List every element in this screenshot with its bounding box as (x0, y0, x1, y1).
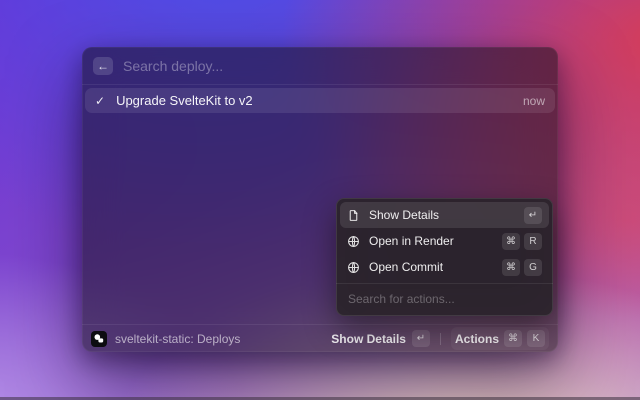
return-key-badge: ↵ (411, 330, 430, 347)
globe-icon (347, 235, 360, 248)
menu-item-open-commit[interactable]: Open Commit ⌘ G (340, 254, 549, 280)
footer-actions: Show Details ↵ Actions ⌘ K (331, 327, 549, 350)
globe-icon (347, 261, 360, 274)
list-item-label: Upgrade SvelteKit to v2 (116, 93, 253, 108)
command-key-badge: ⌘ (502, 232, 520, 250)
primary-action-button[interactable]: Show Details (331, 332, 406, 346)
checkmark-icon: ✓ (95, 93, 106, 108)
command-key-badge: ⌘ (504, 330, 522, 347)
footer-divider (439, 332, 441, 345)
status-bar: sveltekit-static: Deploys Show Details ↵… (82, 324, 558, 352)
results-list: ✓ Upgrade SvelteKit to v2 now (82, 85, 558, 116)
search-header: ← (82, 47, 558, 85)
shortcut-keys: ⌘ G (502, 258, 542, 276)
actions-button[interactable]: Actions ⌘ K (450, 327, 549, 350)
k-key-badge: K (527, 330, 545, 347)
actions-menu: Show Details ↵ Open in Render ⌘ R Open C… (336, 198, 553, 316)
back-arrow-icon: ← (97, 58, 109, 73)
list-item-timestamp: now (522, 93, 545, 108)
command-palette: ← ✓ Upgrade SvelteKit to v2 now Show Det… (82, 47, 558, 352)
menu-item-show-details[interactable]: Show Details ↵ (340, 202, 549, 228)
command-key-badge: ⌘ (502, 258, 520, 276)
shortcut-keys: ↵ (524, 206, 542, 224)
back-button[interactable]: ← (93, 56, 113, 75)
menu-item-label: Show Details (369, 208, 440, 222)
context-label: sveltekit-static: Deploys (115, 331, 241, 346)
search-input[interactable] (123, 57, 547, 74)
g-key-badge: G (524, 258, 542, 276)
actions-search-input[interactable] (340, 284, 549, 312)
menu-item-label: Open in Render (369, 234, 454, 248)
render-logo-icon (91, 330, 107, 347)
document-icon (347, 209, 360, 222)
list-item-upgrade-sveltekit[interactable]: ✓ Upgrade SvelteKit to v2 now (85, 88, 555, 113)
return-key-badge: ↵ (524, 206, 542, 224)
menu-item-label: Open Commit (369, 260, 444, 274)
r-key-badge: R (524, 232, 542, 250)
shortcut-keys: ⌘ R (502, 232, 542, 250)
menu-item-open-in-render[interactable]: Open in Render ⌘ R (340, 228, 549, 254)
actions-button-label: Actions (454, 331, 499, 346)
